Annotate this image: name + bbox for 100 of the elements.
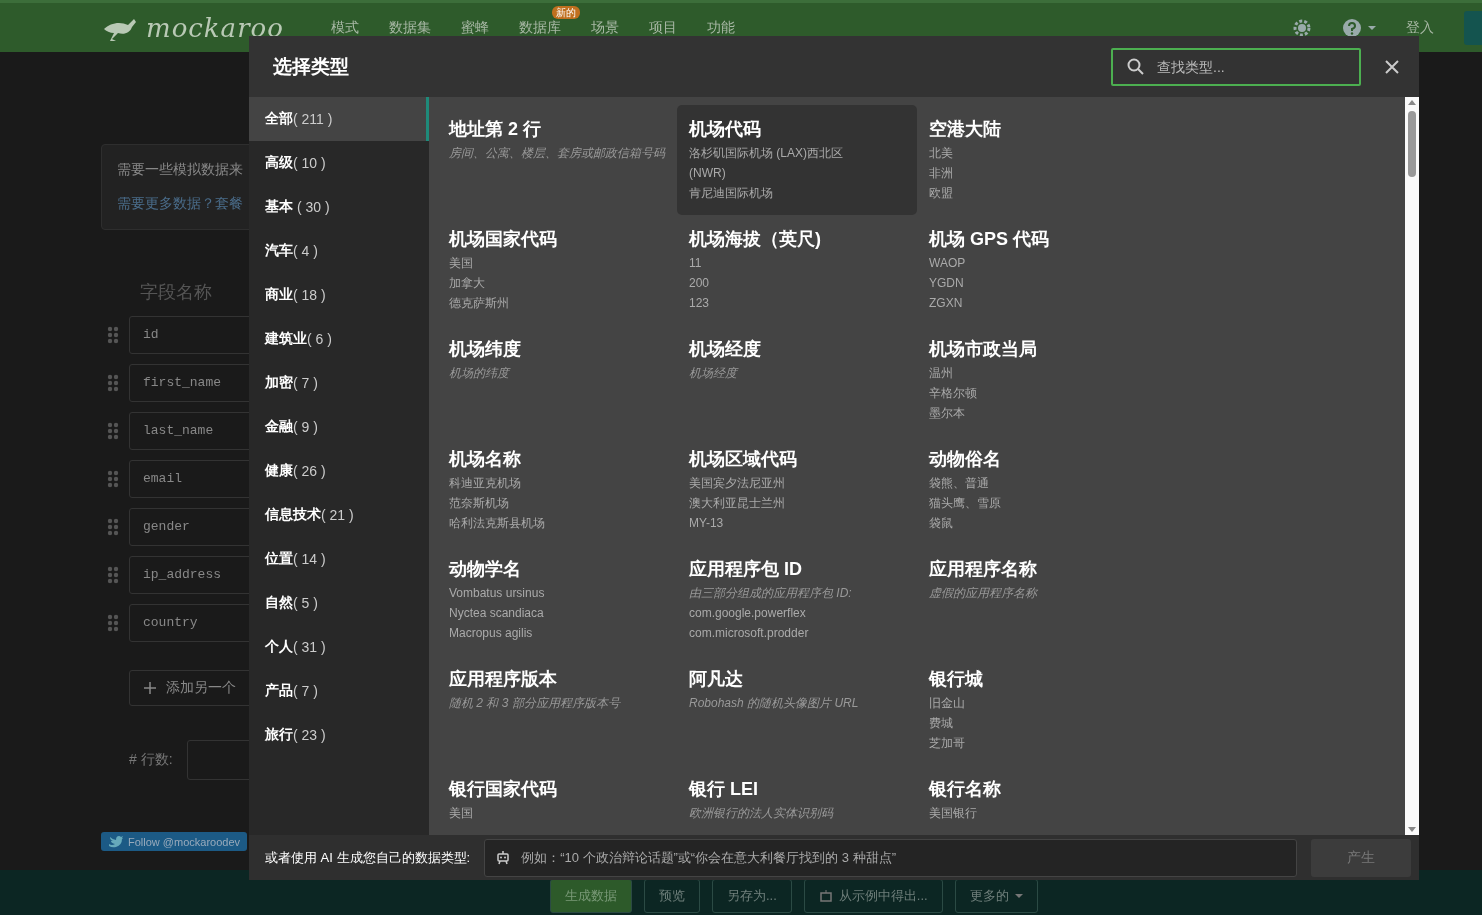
type-card[interactable]: 应用程序版本 随机 2 和 3 部分应用程序版本号 xyxy=(437,655,677,765)
type-title: 应用程序包 ID xyxy=(689,558,803,581)
account-button[interactable] xyxy=(1464,10,1482,45)
example-value: 猫头鹰、雪原 xyxy=(929,495,1002,512)
action-button[interactable]: 另存为... xyxy=(712,879,792,913)
type-title: 机场国家代码 xyxy=(449,228,558,251)
type-card[interactable]: 银行国家代码 美国 xyxy=(437,765,677,835)
example-value: 澳大利亚昆士兰州 xyxy=(689,495,786,512)
type-card[interactable]: 机场纬度 机场的纬度 xyxy=(437,325,677,435)
nav-link[interactable]: 数据集 xyxy=(388,19,431,35)
type-card[interactable]: 银行城 旧金山 费城 芝加哥 xyxy=(917,655,1157,765)
example-value: 美国银行 xyxy=(929,805,978,822)
type-card[interactable]: 应用程序名称 虚假的应用程序名称 xyxy=(917,545,1157,655)
type-title: 机场 GPS 代码 xyxy=(929,228,1050,251)
nav-link[interactable]: 蜜蜂 xyxy=(460,19,489,35)
login-link[interactable]: 登入 xyxy=(1406,18,1434,37)
nav-link[interactable]: 场景 xyxy=(590,19,619,35)
type-card[interactable]: 机场名称 科迪亚克机场 范奈斯机场 哈利法克斯县机场 xyxy=(437,435,677,545)
action-button[interactable]: 更多的 xyxy=(954,879,1038,913)
example-value: 温州 xyxy=(929,365,954,382)
nav-link[interactable]: 功能 xyxy=(706,19,735,35)
nav-link[interactable]: 项目 xyxy=(648,19,677,35)
drag-handle-icon xyxy=(107,422,119,440)
plus-icon xyxy=(144,682,156,694)
type-card[interactable]: 银行 LEI 欧洲银行的法人实体识别码 xyxy=(677,765,917,835)
bird-icon xyxy=(108,835,123,848)
type-title: 动物俗名 xyxy=(929,448,1002,471)
logo[interactable]: mockaroo xyxy=(146,12,284,43)
help-icon xyxy=(1342,17,1362,38)
category-item[interactable]: 汽车( 4 ) xyxy=(249,229,429,273)
dialog-title: 选择类型 xyxy=(273,54,349,79)
type-title: 机场经度 xyxy=(689,338,762,361)
type-title: 银行 LEI xyxy=(689,778,759,801)
search-icon xyxy=(1127,57,1144,75)
type-card[interactable]: 机场区域代码 美国宾夕法尼亚州 澳大利亚昆士兰州 MY-13 xyxy=(677,435,917,545)
example-value: 旧金山 xyxy=(929,695,966,712)
example-value: 肯尼迪国际机场 xyxy=(689,185,774,202)
type-card[interactable]: 动物俗名 袋熊、普通 猫头鹰、雪原 袋鼠 xyxy=(917,435,1157,545)
help-menu[interactable] xyxy=(1342,17,1376,38)
type-title: 应用程序名称 xyxy=(929,558,1038,581)
example-value: com.microsoft.prodder xyxy=(689,625,810,642)
type-card[interactable]: 空港大陆 北美 非洲 欧盟 xyxy=(917,105,1157,215)
example-value: 费城 xyxy=(929,715,954,732)
scrollbar-thumb[interactable] xyxy=(1408,111,1416,177)
type-card[interactable]: 动物学名 Vombatus ursinus Nyctea scandiaca Macropus agilis xyxy=(437,545,677,655)
category-item[interactable]: 商业( 18 ) xyxy=(249,273,429,317)
example-value: 200 xyxy=(689,275,711,292)
category-item[interactable]: 旅行( 23 ) xyxy=(249,713,429,757)
nav-link[interactable]: 模式 xyxy=(330,19,359,35)
type-description: 机场经度 xyxy=(689,365,740,382)
example-value: Vombatus ursinus xyxy=(449,585,546,602)
example-value: 辛格尔顿 xyxy=(929,385,978,402)
close-icon xyxy=(1385,59,1399,74)
column-heading: 字段名称 xyxy=(140,281,212,304)
caret-icon xyxy=(1368,25,1376,30)
type-card[interactable]: 机场市政当局 温州 辛格尔顿 墨尔本 xyxy=(917,325,1157,435)
example-value: 美国 xyxy=(449,255,474,272)
type-description: 虚假的应用程序名称 xyxy=(929,585,1039,602)
scrollbar[interactable] xyxy=(1405,97,1419,835)
category-item[interactable]: 全部( 211 ) xyxy=(249,97,429,141)
type-card[interactable]: 机场 GPS 代码 WAOP YGDN ZGXN xyxy=(917,215,1157,325)
category-item[interactable]: 基本 ( 30 ) xyxy=(249,185,429,229)
type-card[interactable]: 机场代码 洛杉矶国际机场 (LAX)西北区 (NWR) 肯尼迪国际机场 xyxy=(677,105,917,215)
example-value: (NWR) xyxy=(689,165,727,182)
type-card[interactable]: 地址第 2 行 房间、公寓、楼层、套房或邮政信箱号码 xyxy=(437,105,677,215)
type-title: 银行城 xyxy=(929,668,984,691)
type-card[interactable]: 应用程序包 ID 由三部分组成的应用程序包 ID: com.google.powerflex com.microsoft.prodder xyxy=(677,545,917,655)
example-value: 袋熊、普通 xyxy=(929,475,990,492)
type-card[interactable]: 机场经度 机场经度 xyxy=(677,325,917,435)
example-value: 加拿大 xyxy=(449,275,486,292)
type-description: Robohash 的随机头像图片 URL xyxy=(689,695,860,712)
type-card[interactable]: 银行名称 美国银行 xyxy=(917,765,1157,835)
example-value: WAOP xyxy=(929,255,967,272)
example-value: 科迪亚克机场 xyxy=(449,475,522,492)
scroll-up-icon xyxy=(1408,100,1416,105)
type-title: 银行名称 xyxy=(929,778,1002,801)
example-value: 11 xyxy=(689,255,703,272)
type-card[interactable]: 阿凡达 Robohash 的随机头像图片 URL xyxy=(677,655,917,765)
type-title: 机场纬度 xyxy=(449,338,522,361)
type-description: 由三部分组成的应用程序包 ID: xyxy=(689,585,853,602)
category-item[interactable]: 高级( 10 ) xyxy=(249,141,429,185)
settings-icon xyxy=(1292,17,1312,38)
search-field[interactable]: 查找类型... xyxy=(1111,47,1361,86)
nav-link[interactable]: 数据库 xyxy=(518,19,561,35)
type-title: 银行国家代码 xyxy=(449,778,558,801)
type-card[interactable]: 机场国家代码 美国 加拿大 德克萨斯州 xyxy=(437,215,677,325)
type-title: 动物学名 xyxy=(449,558,522,581)
type-title: 空港大陆 xyxy=(929,118,1002,141)
type-card[interactable]: 机场海拔（英尺) 11 200 123 xyxy=(677,215,917,325)
type-title: 机场代码 xyxy=(689,118,762,141)
type-title: 机场海拔（英尺) xyxy=(689,228,822,251)
type-title: 应用程序版本 xyxy=(449,668,558,691)
action-button[interactable]: 预览 xyxy=(644,879,700,913)
drag-handle-icon xyxy=(107,326,119,344)
ai-prompt-field[interactable]: 例如：“10 个政治辩论话题”或“你会在意大利餐厅找到的 3 种甜点” xyxy=(484,838,1297,877)
example-value: 洛杉矶国际机场 (LAX)西北区 xyxy=(689,145,844,162)
action-button[interactable]: 从示例中得出... xyxy=(803,879,943,913)
caret-icon xyxy=(1014,894,1023,898)
example-value: 墨尔本 xyxy=(929,405,966,422)
example-value: YGDN xyxy=(929,275,965,292)
